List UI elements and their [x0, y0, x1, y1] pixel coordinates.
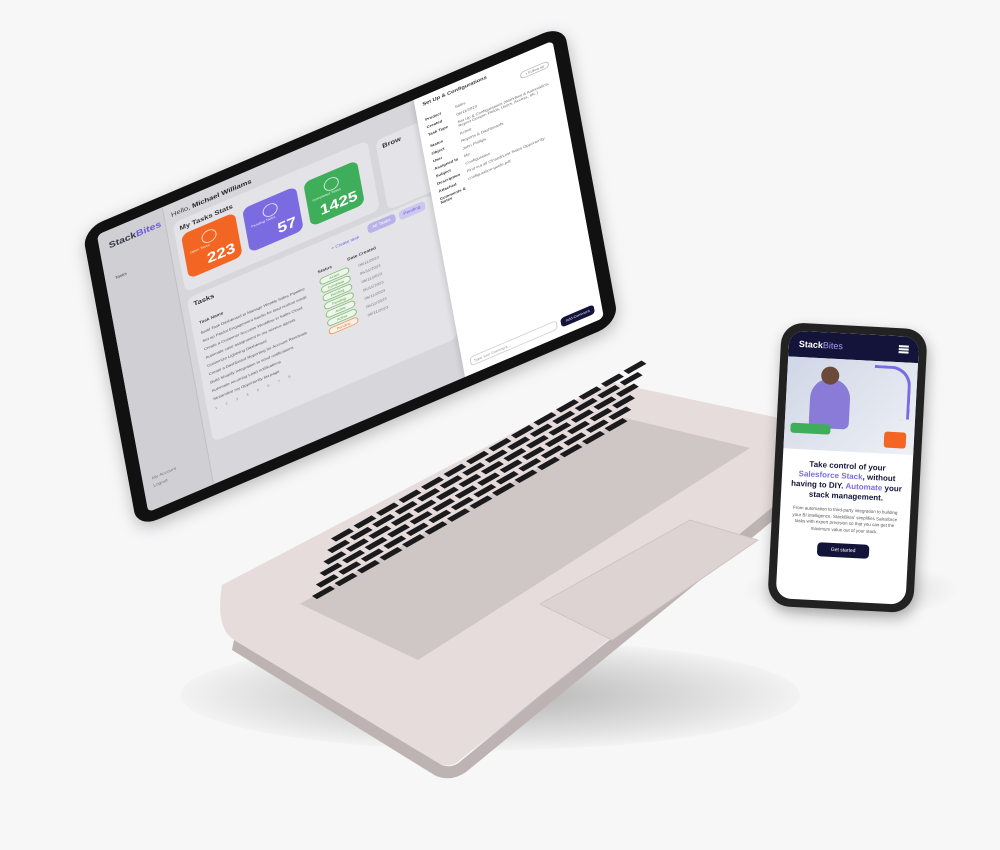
detail-value: Sales	[454, 100, 466, 110]
orange-badge	[883, 431, 907, 449]
add-comment-button[interactable]: Add Comment	[560, 304, 596, 328]
phone-screen: StackBites Take control of your Salesfor…	[775, 330, 920, 605]
phone-hero-text: Take control of your Salesforce Stack, w…	[778, 448, 913, 561]
sidebar-footer: My Account Logout	[151, 465, 178, 490]
get-started-button[interactable]: Get started	[816, 542, 870, 559]
hero-image	[783, 356, 919, 456]
phone-logo[interactable]: StackBites	[799, 339, 844, 351]
phone: StackBites Take control of your Salesfor…	[767, 322, 928, 614]
person-illustration	[808, 377, 852, 430]
detail-value: Me	[463, 151, 471, 159]
phone-headline: Take control of your Salesforce Stack, w…	[790, 459, 903, 503]
keyboard-key	[619, 372, 643, 386]
decorative-arc	[872, 364, 912, 420]
panel-fields: Product Sales Created 06/11/2023 Task Type Se…	[425, 65, 565, 204]
keyboard-key	[623, 360, 647, 374]
hamburger-menu-icon[interactable]	[898, 345, 909, 354]
green-badge	[790, 422, 831, 435]
app-logo: StackBites	[108, 219, 162, 251]
tab-all-tasks[interactable]: All Tasks	[366, 213, 396, 235]
phone-body-text: From automation to third-party integrati…	[792, 504, 898, 534]
sidebar-item-tasks[interactable]: Tasks	[115, 271, 128, 281]
